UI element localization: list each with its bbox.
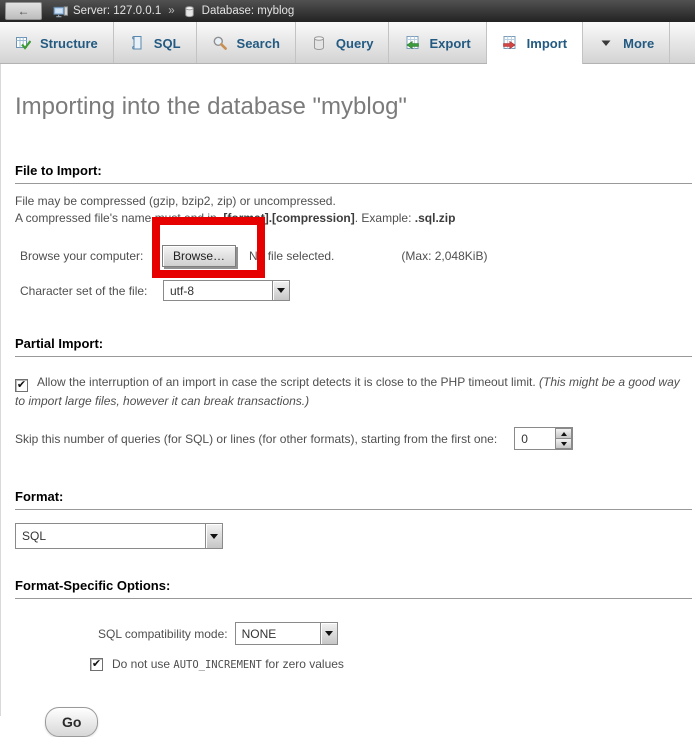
tab-search[interactable]: Search [197, 22, 296, 64]
sql-compatibility-value: NONE [236, 623, 320, 644]
tab-import[interactable]: Import [487, 22, 583, 64]
compression-info-line1: File may be compressed (gzip, bzip2, zip… [15, 193, 695, 210]
format-heading: Format: [15, 489, 692, 510]
no-file-selected-text: No file selected. [249, 249, 334, 263]
spinner-up-button[interactable] [555, 428, 572, 439]
sql-icon [129, 35, 145, 51]
dropdown-arrow-icon [320, 623, 337, 644]
charset-select-value: utf-8 [164, 281, 272, 300]
check-icon: ✔ [92, 659, 101, 670]
import-page: Importing into the database "myblog" Fil… [0, 64, 695, 716]
breadcrumb-database-link[interactable]: Database: myblog [202, 5, 295, 17]
skip-queries-label: Skip this number of queries (for SQL) or… [15, 432, 497, 446]
tab-label: Query [336, 36, 374, 51]
breadcrumb-bar: ← Server: 127.0.0.1 » Database: myblog [0, 0, 695, 22]
tab-bar: Structure SQL Search Query [0, 22, 695, 64]
structure-icon [15, 35, 31, 51]
charset-label: Character set of the file: [20, 284, 163, 298]
tab-structure[interactable]: Structure [0, 22, 114, 64]
auto-increment-row: ✔ Do not use AUTO_INCREMENT for zero val… [15, 657, 695, 671]
section-partial-import: Partial Import: ✔ Allow the interruption … [15, 336, 695, 450]
sql-compatibility-select[interactable]: NONE [235, 622, 338, 645]
dropdown-arrow-icon [205, 524, 222, 548]
skip-queries-row: Skip this number of queries (for SQL) or… [15, 427, 695, 450]
charset-row: Character set of the file: utf-8 [15, 280, 695, 301]
charset-select[interactable]: utf-8 [163, 280, 290, 301]
format-select-value: SQL [16, 524, 205, 548]
import-icon [502, 35, 518, 51]
skip-queries-input[interactable]: 0 [514, 427, 573, 450]
page-title: Importing into the database "myblog" [15, 64, 695, 121]
section-format: Format: SQL [15, 489, 695, 549]
sql-compatibility-row: SQL compatibility mode: NONE [15, 622, 695, 645]
format-specific-options-heading: Format-Specific Options: [15, 578, 692, 599]
tab-label: Structure [40, 36, 98, 51]
auto-increment-checkbox[interactable]: ✔ [90, 658, 103, 671]
tab-label: SQL [154, 36, 181, 51]
browse-row: Browse your computer: Browse… No file se… [15, 245, 695, 267]
compression-info-line2: A compressed file's name must end in .[f… [15, 210, 695, 227]
sql-compatibility-label: SQL compatibility mode: [98, 627, 228, 641]
tab-sql[interactable]: SQL [114, 22, 197, 64]
search-icon [212, 35, 228, 51]
breadcrumb-server-link[interactable]: Server: 127.0.0.1 [73, 5, 161, 17]
line2-mid: . Example: [355, 211, 415, 225]
browse-button[interactable]: Browse… [162, 245, 236, 267]
partial-import-heading: Partial Import: [15, 336, 692, 357]
breadcrumb-separator: » [166, 5, 176, 17]
export-icon [404, 35, 420, 51]
auto-increment-code: AUTO_INCREMENT [173, 659, 262, 671]
back-arrow-icon: ← [18, 4, 30, 18]
allow-interruption-checkbox[interactable]: ✔ [15, 379, 28, 392]
zero-suffix: for zero values [262, 657, 344, 671]
back-button[interactable]: ← [5, 2, 42, 20]
format-select[interactable]: SQL [15, 523, 223, 549]
tab-query[interactable]: Query [296, 22, 390, 64]
spinner-buttons [555, 428, 572, 449]
zero-prefix: Do not use [112, 657, 173, 671]
tab-export[interactable]: Export [389, 22, 486, 64]
line2-example: .sql.zip [415, 211, 456, 225]
spinner-down-button[interactable] [555, 439, 572, 449]
tab-more[interactable]: More [583, 22, 670, 64]
allow-interruption-row: ✔ Allow the interruption of an import in … [15, 373, 695, 411]
browse-label: Browse your computer: [20, 249, 162, 263]
line2-prefix: A compressed file's name must end in [15, 211, 220, 225]
query-icon [311, 35, 327, 51]
tab-label: Import [527, 36, 567, 51]
file-to-import-heading: File to Import: [15, 163, 692, 184]
section-format-specific-options: Format-Specific Options: SQL compatibili… [15, 578, 695, 671]
max-upload-size: (Max: 2,048KiB) [401, 249, 487, 263]
tab-label: More [623, 36, 654, 51]
go-button[interactable]: Go [45, 707, 98, 737]
auto-increment-label: Do not use AUTO_INCREMENT for zero value… [112, 657, 344, 671]
section-file-to-import: File to Import: File may be compressed (… [15, 163, 695, 301]
server-icon [53, 4, 68, 19]
line2-format-pattern: .[format].[compression] [220, 211, 355, 225]
database-icon [182, 4, 197, 19]
tab-label: Search [237, 36, 280, 51]
skip-queries-value: 0 [515, 428, 555, 449]
tab-label: Export [429, 36, 470, 51]
check-icon: ✔ [17, 380, 26, 391]
allow-interruption-text: Allow the interruption of an import in c… [37, 375, 539, 389]
dropdown-arrow-icon [272, 281, 289, 300]
chevron-down-icon [598, 35, 614, 51]
